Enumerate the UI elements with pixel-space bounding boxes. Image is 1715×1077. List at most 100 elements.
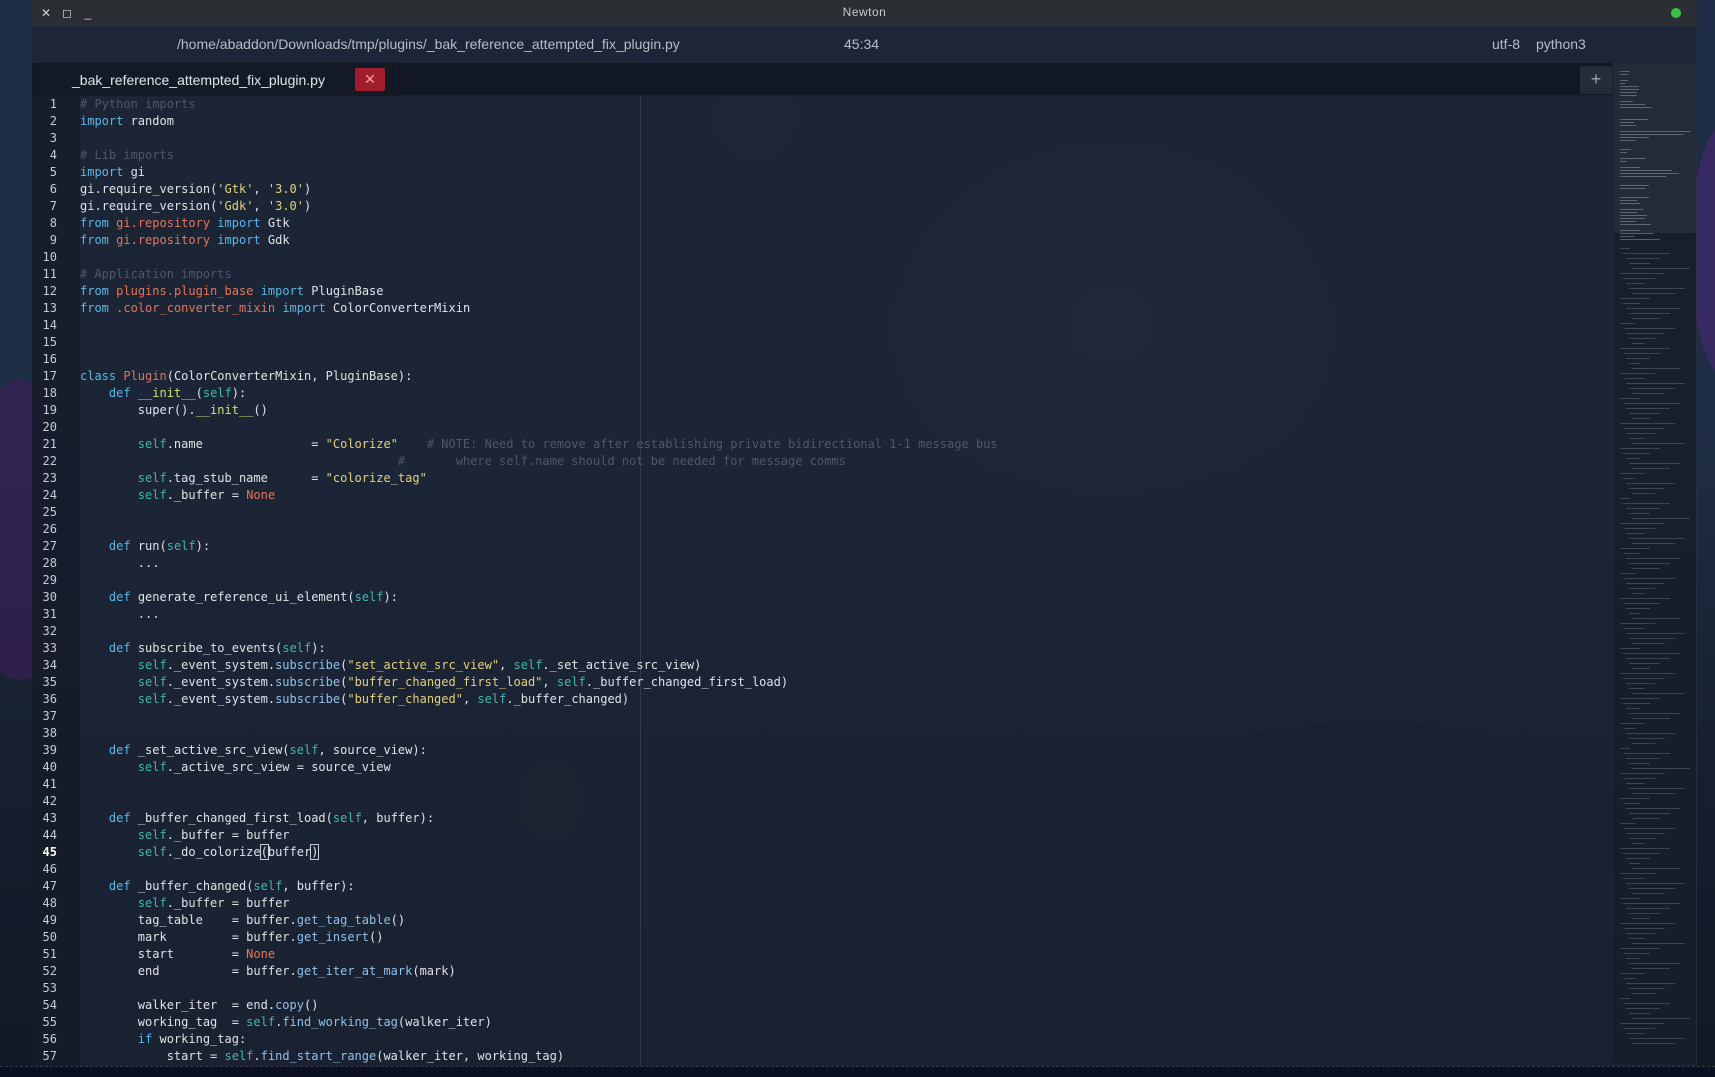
minimap-line [1629,1038,1685,1039]
code-text: from plugins.plugin_base import PluginBa… [80,283,384,300]
minimap-line [1623,1003,1670,1004]
line-number: 7 [49,199,57,213]
line-number: 39 [42,743,57,757]
code-token: self [137,471,167,485]
code-token: def [108,811,131,825]
line-number: 53 [42,981,57,995]
tab-close-icon[interactable]: ✕ [355,68,385,91]
minimap-line [1620,221,1637,222]
minimap-line [1620,224,1652,225]
minimap-line [1620,823,1635,824]
code-token: self [137,488,167,502]
minimap-line [1623,978,1635,979]
minimap-line [1620,798,1650,799]
window-titlebar[interactable]: ✕ ◻ _ Newton [32,0,1697,26]
minimap-line [1623,703,1650,704]
minimap-line [1620,873,1655,874]
code-text: self.tag_stub_name = "colorize_tag" [80,470,427,487]
minimap[interactable] [1614,63,1696,1063]
code-token: find_start_range [260,1049,377,1063]
minimap-line [1629,913,1660,914]
minimap-line [1620,149,1631,150]
code-token: subscribe_to_events( [130,641,283,655]
code-token: ... [80,607,160,621]
minimap-line [1632,618,1680,619]
minimap-line [1626,383,1685,384]
code-token: self [137,675,167,689]
line-number: 28 [42,556,57,570]
minimap-line [1632,468,1670,469]
minimap-line [1629,938,1645,939]
minimap-line [1632,668,1650,669]
encoding-label[interactable]: utf-8 [1492,36,1520,52]
code-token: "set_active_src_view" [347,658,500,672]
minimap-line [1629,813,1670,814]
minimap-line [1623,278,1655,279]
line-number: 30 [42,590,57,604]
code-token: .name = [166,437,326,451]
code-token: start = [80,947,247,961]
language-label[interactable]: python3 [1536,36,1586,52]
line-number: 17 [42,369,57,383]
code-token: "colorize_tag" [325,471,427,485]
minimap-line [1623,628,1645,629]
code-token: 'Gdk' [217,199,254,213]
minimap-line [1620,848,1670,849]
line-number: 48 [42,896,57,910]
minimap-line [1623,403,1680,404]
minimap-line [1629,688,1645,689]
code-token: self [556,675,586,689]
code-editor[interactable]: 1 # Python imports 2 import random 3 4 # Lib i… [32,96,1612,1066]
line-number: 56 [42,1032,57,1046]
code-token: ... [80,556,160,570]
code-token: , buffer): [361,811,435,825]
code-token: () [390,913,406,927]
line-number: 42 [42,794,57,808]
line-number: 4 [49,148,57,162]
minimap-line [1623,478,1635,479]
minimap-line [1632,743,1655,744]
code-token: self [224,1049,254,1063]
minimap-line [1626,708,1640,709]
minimap-line [1620,161,1627,162]
line-number: 16 [42,352,57,366]
code-token: (walker_iter, working_tag) [376,1049,565,1063]
minimap-line [1632,543,1675,544]
minimap-line [1632,568,1660,569]
code-token: # where self.name should not be needed f… [397,454,846,468]
code-token: def [108,386,131,400]
minimap-line [1620,95,1638,96]
line-number: 50 [42,930,57,944]
minimap-line [1626,733,1675,734]
code-token: from [80,233,109,247]
minimap-line [1629,638,1675,639]
minimap-line [1626,483,1675,484]
code-token: None [246,947,276,961]
minimap-line [1623,953,1650,954]
code-token: import [217,233,261,247]
code-text: import gi [80,164,145,181]
code-token: PluginBase [304,284,384,298]
minimap-line [1620,152,1627,153]
code-text: def _buffer_changed(self, buffer): [80,878,355,895]
code-token: () [369,930,384,944]
plus-icon[interactable]: + [1580,66,1612,94]
window-title: Newton [842,5,887,19]
minimap-line [1620,203,1640,204]
line-number: 40 [42,760,57,774]
minimap-line [1620,473,1645,474]
code-token: self [137,760,167,774]
minimap-line [1620,218,1646,219]
minimap-line [1620,197,1650,198]
code-token: _buffer_changed( [130,879,254,893]
tab-active-file[interactable]: _bak_reference_attempted_fix_plugin.py ✕ [37,63,397,96]
code-token: self [289,743,319,757]
code-token: self [137,845,167,859]
